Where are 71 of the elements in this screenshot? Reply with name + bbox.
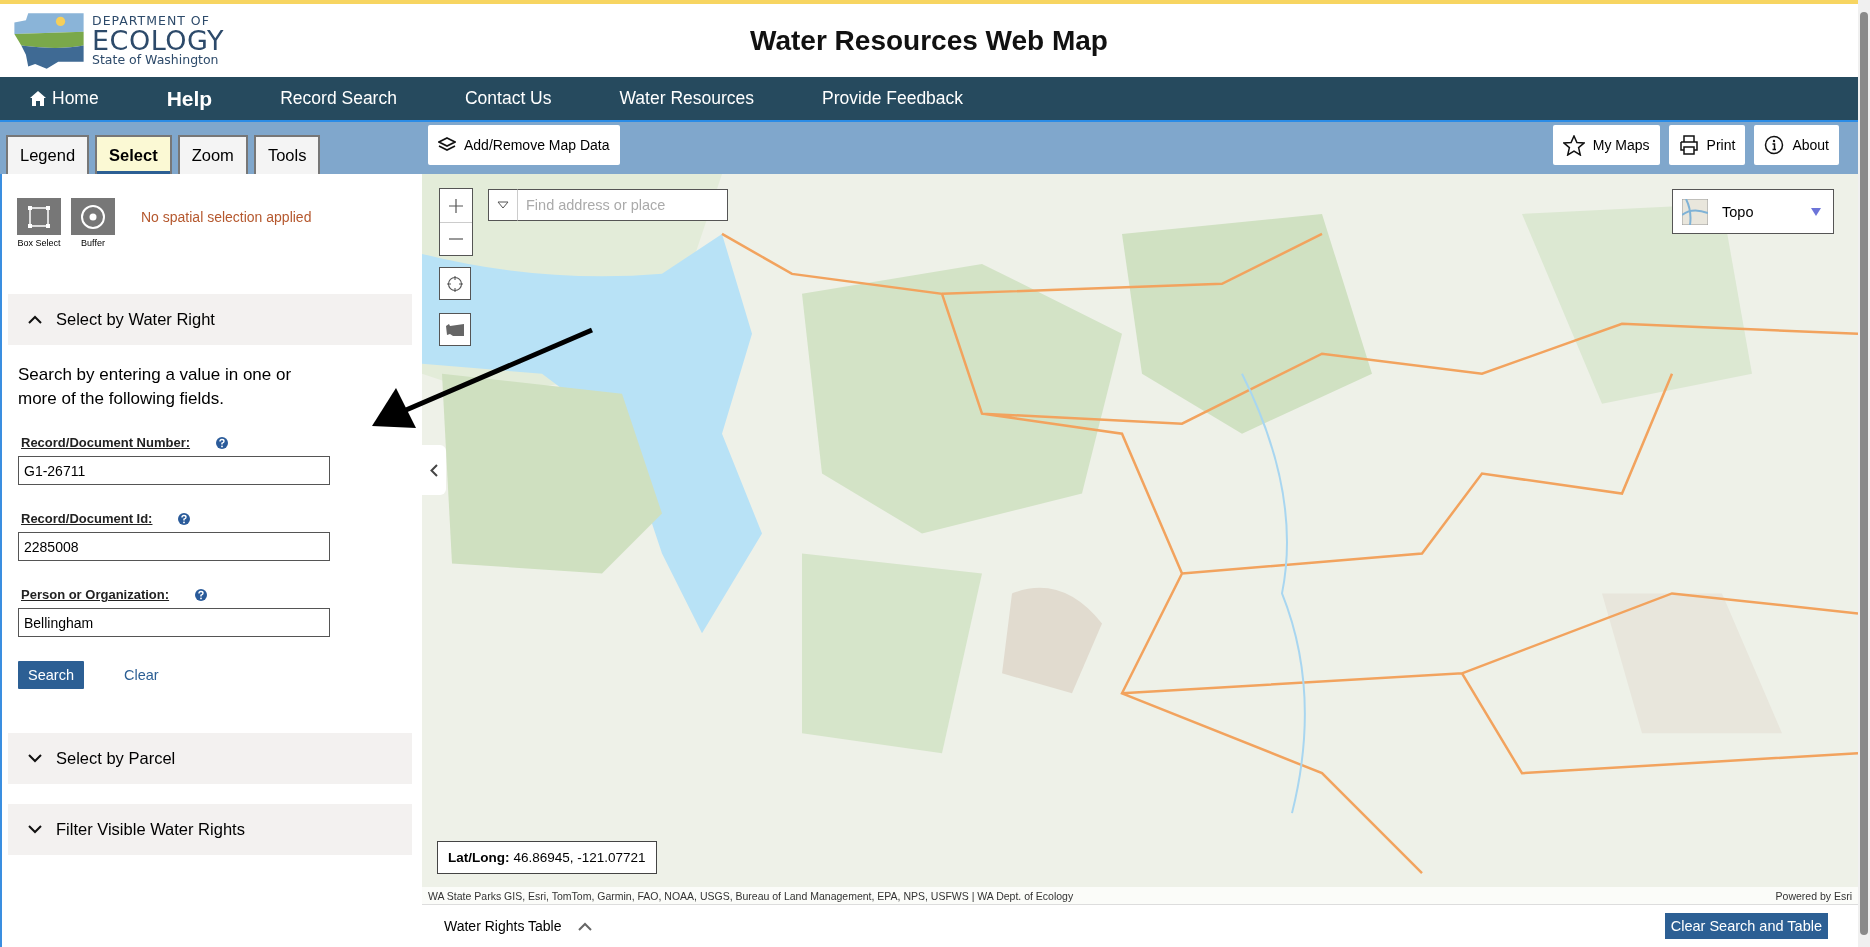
chevron-left-icon bbox=[430, 463, 438, 477]
coordinates-label: Lat/Long: bbox=[448, 850, 510, 865]
field-label: Record/Document Id: bbox=[21, 511, 153, 526]
star-icon bbox=[1562, 134, 1585, 156]
chevron-icon bbox=[28, 825, 42, 834]
table-toggle[interactable]: Water Rights Table bbox=[438, 917, 598, 935]
nav-link[interactable]: Home bbox=[30, 88, 99, 109]
home-extent-button[interactable] bbox=[439, 313, 471, 346]
field-label: Record/Document Number: bbox=[21, 435, 191, 450]
clear-link[interactable]: Clear bbox=[123, 667, 159, 683]
crosshair-icon bbox=[447, 275, 463, 292]
scrollbar[interactable] bbox=[1858, 0, 1870, 947]
topo-thumbnail-icon bbox=[1682, 198, 1708, 225]
text-input[interactable]: G1-26711 bbox=[18, 456, 330, 485]
nav-link[interactable]: Provide Feedback bbox=[822, 88, 964, 109]
caret-icon bbox=[1811, 207, 1821, 216]
accordion-header[interactable]: Select by Water Right bbox=[8, 294, 412, 345]
print-icon bbox=[1678, 135, 1699, 155]
page-title: Water Resources Web Map bbox=[750, 24, 1108, 57]
locate-button[interactable] bbox=[439, 267, 471, 300]
panel-tab[interactable]: Select bbox=[95, 135, 172, 174]
tool-caption: Box Select bbox=[17, 238, 61, 248]
toolbar-button[interactable]: Print bbox=[1668, 125, 1746, 165]
minus-icon bbox=[449, 238, 463, 240]
panel-tab[interactable]: Zoom bbox=[177, 135, 248, 174]
chevron-icon bbox=[28, 315, 42, 324]
text-input[interactable]: 2285008 bbox=[18, 532, 330, 561]
nav-link[interactable]: Water Resources bbox=[619, 88, 755, 109]
panel-tab[interactable]: Legend bbox=[6, 135, 90, 174]
coordinates-value: 46.86945, -121.07721 bbox=[513, 850, 646, 865]
nav-link[interactable]: Record Search bbox=[280, 88, 397, 109]
state-outline-icon bbox=[445, 322, 465, 337]
spatial-tool-button[interactable] bbox=[71, 198, 115, 235]
clear-search-button[interactable]: Clear Search and Table bbox=[1664, 913, 1828, 939]
buffer-icon bbox=[80, 203, 106, 230]
powered-by-text: Powered by Esri bbox=[1775, 889, 1852, 902]
chevron-icon bbox=[577, 921, 592, 931]
nav-link[interactable]: Contact Us bbox=[464, 88, 552, 109]
logo-line: State of Washington bbox=[92, 54, 220, 67]
dropdown-icon bbox=[497, 201, 509, 209]
address-search-field[interactable]: Find address or place bbox=[518, 189, 728, 221]
add-map-data-button[interactable]: Add/Remove Map Data bbox=[428, 125, 620, 165]
attribution-text: WA State Parks GIS, Esri, TomTom, Garmin, FAO, NOAA, USGS, Bureau of Land Management, EPA, NPS, USFWS | WA Dept. of Ecology bbox=[428, 889, 1074, 902]
spatial-tool-button[interactable] bbox=[17, 198, 61, 235]
home-icon bbox=[30, 91, 46, 106]
accordion-header[interactable]: Select by Parcel bbox=[8, 733, 412, 784]
accordion-header[interactable]: Filter Visible Water Rights bbox=[8, 804, 412, 855]
washington-logo-icon bbox=[12, 10, 86, 71]
logo-line: DEPARTMENT OF bbox=[92, 14, 211, 27]
logo-wordmark: ECOLOGY bbox=[92, 27, 225, 54]
help-icon[interactable] bbox=[178, 512, 191, 525]
plus-icon bbox=[449, 198, 463, 213]
text-input[interactable]: Bellingham bbox=[18, 608, 330, 637]
instructions: Search by entering a value in one or more of the following fields. bbox=[18, 364, 293, 410]
collapse-panel-button[interactable] bbox=[422, 445, 446, 495]
toolbar-button[interactable]: My Maps bbox=[1552, 125, 1660, 165]
spatial-status: No spatial selection applied bbox=[141, 209, 312, 225]
info-icon bbox=[1764, 135, 1785, 155]
field-label: Person or Organization: bbox=[21, 587, 170, 602]
tool-caption: Buffer bbox=[81, 238, 105, 248]
help-icon[interactable] bbox=[195, 588, 208, 601]
toolbar-button[interactable]: About bbox=[1754, 125, 1839, 165]
help-icon[interactable] bbox=[216, 436, 229, 449]
box-select-icon bbox=[27, 204, 51, 229]
search-source-button[interactable] bbox=[488, 189, 518, 221]
panel-tab[interactable]: Tools bbox=[253, 135, 321, 174]
layers-icon bbox=[438, 137, 456, 153]
search-button[interactable]: Search bbox=[18, 661, 84, 689]
basemap-selector[interactable]: Topo bbox=[1672, 189, 1834, 234]
nav-link[interactable]: Help bbox=[166, 86, 213, 111]
chevron-icon bbox=[28, 754, 42, 763]
